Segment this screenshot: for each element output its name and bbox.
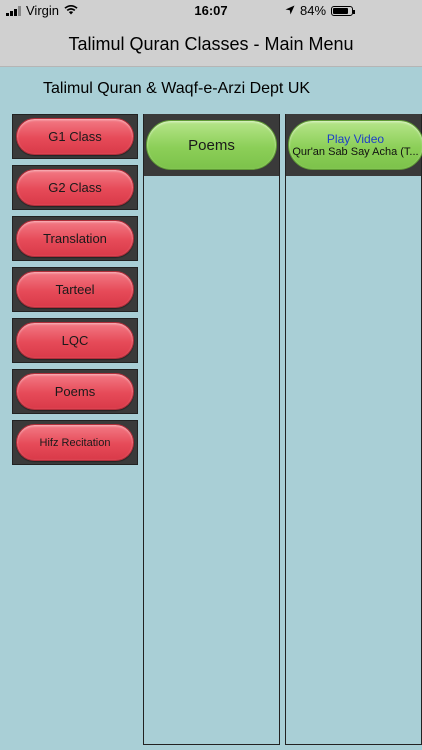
menu-button-g2-class[interactable]: G2 Class [16,169,134,206]
location-arrow-icon [285,3,295,18]
menu-cell: Poems [12,369,138,414]
video-title: Qur'an Sab Say Acha (T... [292,146,419,158]
status-right-group: 84% [285,3,422,18]
selected-category-button[interactable]: Poems [146,120,277,170]
menu-button-poems[interactable]: Poems [16,373,134,410]
menu-button-lqc[interactable]: LQC [16,322,134,359]
menu-button-translation[interactable]: Translation [16,220,134,257]
menu-cell: Translation [12,216,138,261]
battery-icon [331,5,356,16]
menu-button-tarteel[interactable]: Tarteel [16,271,134,308]
nav-bar: Talimul Quran Classes - Main Menu [0,22,422,67]
status-bar: Virgin 16:07 84% [0,0,422,22]
menu-cell: Hifz Recitation [12,420,138,465]
video-panel-header: Play Video Qur'an Sab Say Acha (T... [286,114,422,176]
menu-cell: LQC [12,318,138,363]
menu-cell: G2 Class [12,165,138,210]
menu-cell: G1 Class [12,114,138,159]
category-panel: Poems [143,114,280,745]
menu-button-hifz-recitation[interactable]: Hifz Recitation [16,424,134,461]
play-video-button[interactable]: Play Video Qur'an Sab Say Acha (T... [287,120,422,170]
page-title: Talimul Quran Classes - Main Menu [68,33,354,54]
battery-percentage: 84% [300,3,327,18]
battery-fill [333,7,349,14]
class-menu: G1 Class G2 Class Translation Tarteel LQ… [12,114,138,471]
play-video-label: Play Video [326,132,385,146]
menu-button-g1-class[interactable]: G1 Class [16,118,134,155]
category-panel-header: Poems [144,114,279,176]
video-panel: Play Video Qur'an Sab Say Acha (T... [285,114,422,745]
menu-cell: Tarteel [12,267,138,312]
department-subtitle: Talimul Quran & Waqf-e-Arzi Dept UK [43,80,311,97]
